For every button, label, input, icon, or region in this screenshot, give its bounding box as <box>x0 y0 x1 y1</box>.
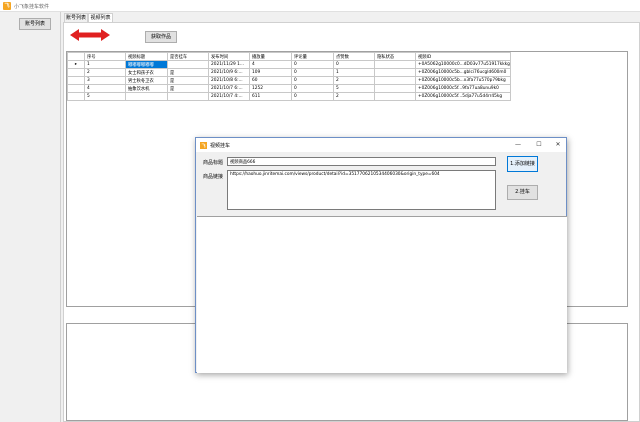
table-row[interactable]: 4 抽象饮水机 是 2021/10/7 6:... 1252 0 5 +0Z00… <box>67 84 511 93</box>
table-cell[interactable]: +0Z006g10000c5b...x3fa77u570p79bkg <box>415 76 511 85</box>
app-title: 小飞象挂车软件 <box>14 4 50 10</box>
table-row[interactable]: 5 2021/10/7 4:... 611 0 2 +0Z006g10000c5… <box>67 92 511 101</box>
row-header[interactable] <box>67 76 85 85</box>
app-titlebar: 飞 小飞象挂车软件 <box>0 0 640 12</box>
table-cell[interactable] <box>374 60 416 69</box>
column-header[interactable]: 视频ID <box>415 52 511 61</box>
table-cell[interactable]: 611 <box>249 92 292 101</box>
double-arrow-icon <box>70 29 110 41</box>
table-cell[interactable]: 0 <box>291 84 334 93</box>
row-header[interactable] <box>67 84 85 93</box>
row-header[interactable] <box>67 92 85 101</box>
dialog-title: 视频挂车 <box>210 143 231 149</box>
dialog-logo-icon: 飞 <box>200 142 207 149</box>
table-cell[interactable]: 109 <box>249 68 292 77</box>
table-cell[interactable]: +0Z006g10000c5f...5dja77u5d4rr45kg <box>415 92 511 101</box>
table-cell[interactable]: 1252 <box>249 84 292 93</box>
table-header-row: 序号 视频标题 是否挂车 发布时间 播放量 评论量 点赞数 隐私状态 视频ID <box>67 52 511 61</box>
table-cell[interactable] <box>167 60 209 69</box>
column-header[interactable]: 点赞数 <box>333 52 375 61</box>
table-cell[interactable]: 3 <box>84 76 126 85</box>
table-cell[interactable]: 是 <box>167 76 209 85</box>
table-cell[interactable] <box>374 76 416 85</box>
table-cell[interactable] <box>374 68 416 77</box>
fetch-works-button[interactable]: 获取作品 <box>145 31 177 43</box>
app-logo-icon: 飞 <box>3 2 11 10</box>
table-cell[interactable]: 男士秋冬卫衣 <box>125 76 168 85</box>
table-cell[interactable]: 2 <box>333 76 375 85</box>
tab-account-list[interactable]: 账号列表 <box>64 13 88 22</box>
table-cell[interactable]: 2021/10/7 6:... <box>208 84 250 93</box>
table-cell[interactable]: 4 <box>84 84 126 93</box>
row-header[interactable] <box>67 68 85 77</box>
table-cell[interactable]: +0Z006g10000c5b...gblci76ucgld600m0 <box>415 68 511 77</box>
table-cell[interactable]: 5 <box>333 84 375 93</box>
table-cell[interactable]: 0 <box>291 76 334 85</box>
product-title-label: 商品标题 <box>203 160 224 166</box>
attach-cart-button[interactable]: 2.挂车 <box>507 185 538 200</box>
table-cell[interactable]: 是 <box>167 68 209 77</box>
table-cell[interactable]: 0 <box>333 60 375 69</box>
product-title-input[interactable]: 视频商品666 <box>227 157 496 166</box>
product-link-textarea[interactable]: https://haohuo.jinritemai.com/views/prod… <box>227 170 496 210</box>
table-cell[interactable]: 2 <box>84 68 126 77</box>
column-header[interactable]: 评论量 <box>291 52 334 61</box>
table-cell[interactable]: 2 <box>333 92 375 101</box>
minimize-icon[interactable]: — <box>510 140 526 150</box>
close-icon[interactable]: ✕ <box>550 140 566 150</box>
table-cell[interactable] <box>125 92 168 101</box>
table-cell[interactable]: 5 <box>84 92 126 101</box>
product-link-label: 商品链接 <box>203 174 224 180</box>
table-cell[interactable]: 是 <box>167 84 209 93</box>
column-header[interactable]: 播放量 <box>249 52 292 61</box>
account-list-button[interactable]: 账号列表 <box>19 18 51 30</box>
column-header[interactable]: 是否挂车 <box>167 52 209 61</box>
table-row[interactable]: 3 男士秋冬卫衣 是 2021/10/8 6:... 60 0 2 +0Z006… <box>67 76 511 85</box>
table-cell[interactable]: 4 <box>249 60 292 69</box>
left-panel: 账号列表 <box>0 12 61 422</box>
table-cell[interactable]: 女士和孩子衣 <box>125 68 168 77</box>
table-cell[interactable]: 0 <box>291 68 334 77</box>
table-cell[interactable] <box>374 84 416 93</box>
current-row-marker: ▸ <box>67 60 85 69</box>
dialog-log-panel[interactable] <box>197 216 567 373</box>
attach-product-dialog: 飞 视频挂车 — ☐ ✕ 商品标题 视频商品666 商品链接 https://h… <box>195 137 567 373</box>
table-row[interactable]: 2 女士和孩子衣 是 2021/10/9 6:... 109 0 1 +0Z00… <box>67 68 511 77</box>
table-cell[interactable]: +0A5062g10000c0...dD03v77u51917kkkg <box>415 60 511 69</box>
column-header[interactable]: 发布时间 <box>208 52 250 61</box>
row-header-corner <box>67 52 85 61</box>
table-cell[interactable]: 抽象饮水机 <box>125 84 168 93</box>
table-cell[interactable]: 2021/10/8 6:... <box>208 76 250 85</box>
column-header[interactable]: 序号 <box>84 52 126 61</box>
table-cell[interactable] <box>374 92 416 101</box>
table-cell[interactable]: 2021/11/29 1... <box>208 60 250 69</box>
table-cell[interactable]: 1 <box>84 60 126 69</box>
maximize-icon[interactable]: ☐ <box>531 140 547 150</box>
column-header[interactable]: 视频标题 <box>125 52 168 61</box>
table-cell[interactable]: 1 <box>333 68 375 77</box>
table-cell[interactable]: 0 <box>291 60 334 69</box>
table-cell[interactable] <box>167 92 209 101</box>
table-cell[interactable]: 2021/10/9 6:... <box>208 68 250 77</box>
table-cell[interactable]: 2021/10/7 4:... <box>208 92 250 101</box>
add-link-button[interactable]: 1.添加链接 <box>507 156 538 172</box>
column-header[interactable]: 隐私状态 <box>374 52 416 61</box>
table-cell[interactable]: 0 <box>291 92 334 101</box>
table-cell[interactable]: 60 <box>249 76 292 85</box>
table-cell[interactable]: +0Z006g10000c5f...9fa77ua8unu9k0 <box>415 84 511 93</box>
table-row[interactable]: ▸ 1 嘟嘟嘟嘟嘟嘟 2021/11/29 1... 4 0 0 +0A5062… <box>67 60 511 69</box>
dialog-titlebar[interactable]: 飞 视频挂车 — ☐ ✕ <box>196 138 566 152</box>
table-cell-selected[interactable]: 嘟嘟嘟嘟嘟嘟 <box>125 60 168 69</box>
